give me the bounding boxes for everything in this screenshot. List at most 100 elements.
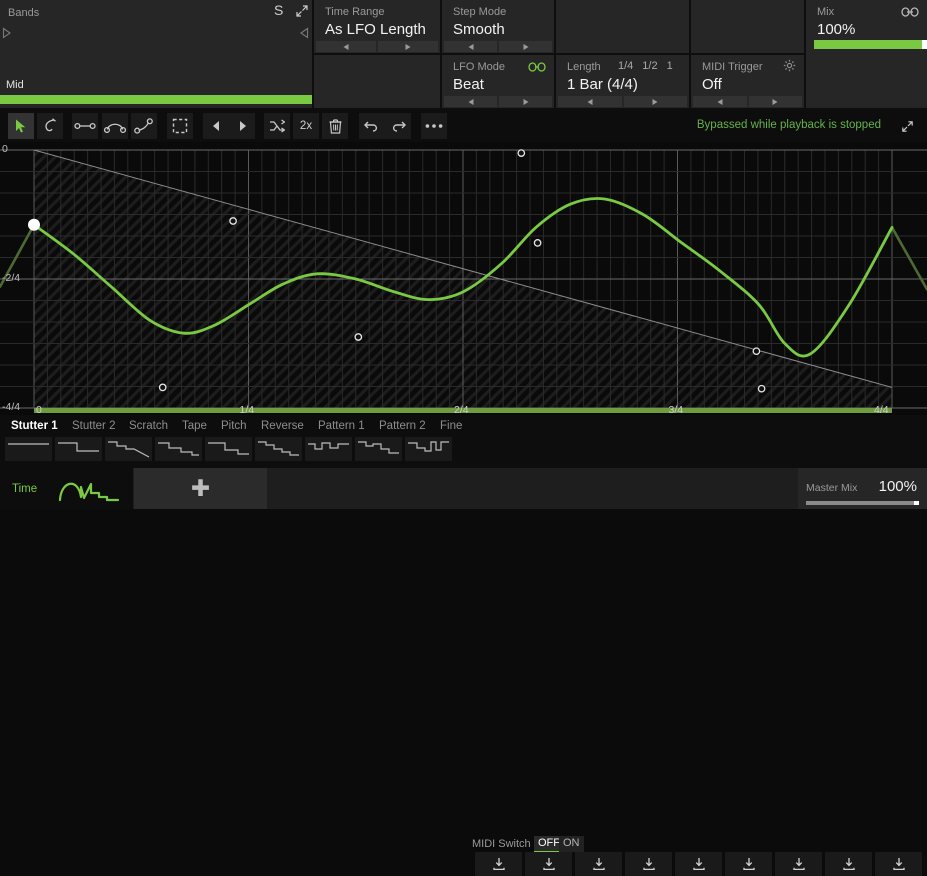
- midi-trigger-control[interactable]: MIDI Trigger Off: [691, 55, 804, 108]
- preset-thumbnail-5[interactable]: [255, 437, 302, 461]
- midi-trigger-arrows[interactable]: [691, 96, 804, 108]
- download-icon[interactable]: [675, 852, 722, 876]
- preset-name-1[interactable]: Stutter 2: [72, 420, 115, 432]
- download-icon[interactable]: [775, 852, 822, 876]
- pen-tool[interactable]: [37, 113, 63, 139]
- mix-control[interactable]: Mix 100%: [806, 0, 927, 108]
- time-range-arrows[interactable]: [314, 41, 440, 53]
- download-icon[interactable]: [725, 852, 772, 876]
- ellipsis-icon[interactable]: [421, 113, 447, 139]
- solo-button[interactable]: S: [274, 2, 283, 18]
- curve-tension-handle[interactable]: [533, 239, 542, 247]
- arc-segment-tool[interactable]: [102, 113, 128, 139]
- step-mode-arrows[interactable]: [442, 41, 554, 53]
- length-prev-button[interactable]: [558, 96, 622, 107]
- midi-trigger-next-button[interactable]: [748, 96, 802, 107]
- master-mix-slider[interactable]: [806, 501, 919, 505]
- empty-slot-3[interactable]: [314, 55, 440, 108]
- redo-arrow-icon[interactable]: [385, 113, 411, 139]
- download-icon[interactable]: [875, 852, 922, 876]
- tab-time[interactable]: Time: [0, 468, 133, 509]
- preset-name-list[interactable]: Stutter 1 Stutter 2 Scratch Tape Pitch Revers…: [8, 420, 468, 436]
- double-rate-button[interactable]: 2x: [293, 113, 319, 139]
- length-arrows[interactable]: [556, 96, 689, 108]
- pointer-tool[interactable]: [8, 113, 34, 139]
- preset-thumbnail-6[interactable]: [305, 437, 352, 461]
- expand-icon[interactable]: [900, 119, 915, 134]
- length-control[interactable]: Length 1/4 1/2 1 1 Bar (4/4): [556, 55, 689, 108]
- curve-segment-tool[interactable]: [131, 113, 157, 139]
- mix-slider[interactable]: [814, 40, 927, 49]
- length-quick-one[interactable]: 1: [667, 60, 673, 72]
- midi-trigger-value: Off: [702, 76, 722, 93]
- bands-panel[interactable]: Bands S Mid: [0, 0, 312, 108]
- midi-switch-on-button[interactable]: ON: [559, 836, 584, 852]
- nudge-right-button[interactable]: [229, 113, 255, 139]
- step-mode-prev-button[interactable]: [444, 41, 497, 52]
- preset-thumbnail-8[interactable]: [405, 437, 452, 461]
- curve-canvas[interactable]: [0, 142, 927, 415]
- step-mode-next-button[interactable]: [499, 41, 552, 52]
- preset-name-3[interactable]: Tape: [182, 420, 207, 432]
- lfo-mode-next-button[interactable]: [499, 96, 552, 107]
- curve-tension-handle[interactable]: [229, 217, 237, 225]
- gear-icon[interactable]: [783, 59, 796, 72]
- preset-name-4[interactable]: Pitch: [221, 420, 247, 432]
- preset-name-6[interactable]: Pattern 1: [318, 420, 365, 432]
- tab-add-lfo[interactable]: ✚: [134, 468, 267, 509]
- lfo-mode-control[interactable]: LFO Mode Beat: [442, 55, 554, 108]
- master-mix-control[interactable]: Master Mix 100%: [798, 468, 927, 509]
- time-range-prev-button[interactable]: [316, 41, 376, 52]
- lfo-curve-editor[interactable]: 0 -2/4 -4/4 0 1/4 2/4 3/4 4/4: [0, 142, 927, 416]
- length-next-button[interactable]: [623, 96, 687, 107]
- preset-name-5[interactable]: Reverse: [261, 420, 304, 432]
- preset-name-7[interactable]: Pattern 2: [379, 420, 426, 432]
- empty-slot-1[interactable]: [556, 0, 689, 53]
- preset-thumbnail-3[interactable]: [155, 437, 202, 461]
- download-icon[interactable]: [575, 852, 622, 876]
- length-quick-half[interactable]: 1/2: [642, 60, 657, 72]
- step-mode-control[interactable]: Step Mode Smooth: [442, 0, 554, 53]
- line-segment-tool[interactable]: [72, 113, 98, 139]
- curve-tension-handle[interactable]: [354, 333, 363, 341]
- preset-thumbnail-2[interactable]: [105, 437, 152, 461]
- download-icon[interactable]: [475, 852, 522, 876]
- time-range-next-button[interactable]: [378, 41, 438, 52]
- master-mix-value: 100%: [878, 478, 917, 495]
- link-icon[interactable]: [901, 5, 919, 17]
- bypass-status-text: Bypassed while playback is stopped: [696, 119, 881, 131]
- preset-thumbnail-1[interactable]: [55, 437, 102, 461]
- band-prev-icon[interactable]: [2, 26, 12, 44]
- download-icon[interactable]: [525, 852, 572, 876]
- preset-thumbnail-4[interactable]: [205, 437, 252, 461]
- curve-tension-handle[interactable]: [158, 383, 167, 392]
- length-quick-buttons[interactable]: 1/4 1/2 1: [618, 60, 682, 72]
- bottom-bar: Time ✚ Master Mix 100%: [0, 468, 927, 509]
- curve-anchor-point[interactable]: [28, 218, 40, 231]
- link-icon[interactable]: [528, 60, 546, 72]
- band-level-bar[interactable]: [0, 95, 312, 104]
- preset-thumbnail-0[interactable]: [5, 437, 52, 461]
- download-icon[interactable]: [625, 852, 672, 876]
- undo-arrow-icon[interactable]: [359, 113, 385, 139]
- preset-name-0[interactable]: Stutter 1: [11, 420, 58, 432]
- empty-slot-2[interactable]: [691, 0, 804, 53]
- curve-tension-handle[interactable]: [517, 149, 526, 157]
- lfo-mode-prev-button[interactable]: [444, 96, 497, 107]
- curve-tension-handle[interactable]: [757, 384, 766, 393]
- curve-tension-handle[interactable]: [752, 347, 761, 356]
- nudge-left-button[interactable]: [203, 113, 229, 139]
- preset-name-2[interactable]: Scratch: [129, 420, 168, 432]
- expand-icon[interactable]: [294, 3, 310, 19]
- trash-icon[interactable]: [322, 113, 348, 139]
- band-next-icon[interactable]: [299, 26, 309, 44]
- marquee-select-tool[interactable]: [167, 113, 193, 139]
- length-quick-quarter[interactable]: 1/4: [618, 60, 633, 72]
- lfo-mode-arrows[interactable]: [442, 96, 554, 108]
- download-icon[interactable]: [825, 852, 872, 876]
- preset-thumbnail-7[interactable]: [355, 437, 402, 461]
- time-range-control[interactable]: Time Range As LFO Length: [314, 0, 440, 53]
- shuffle-icon[interactable]: [264, 113, 290, 139]
- midi-trigger-prev-button[interactable]: [693, 96, 747, 107]
- preset-name-8[interactable]: Fine: [440, 420, 462, 432]
